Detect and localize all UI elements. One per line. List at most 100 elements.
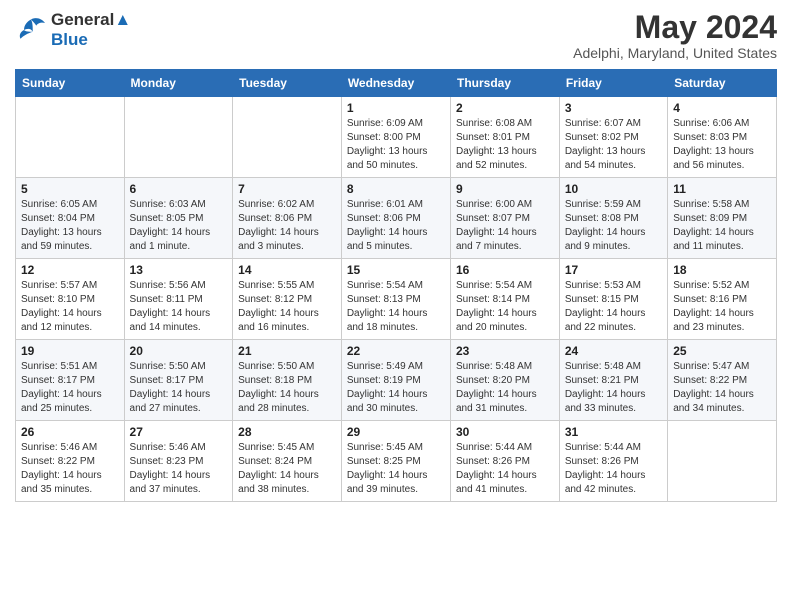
- day-info: Sunrise: 5:53 AM Sunset: 8:15 PM Dayligh…: [565, 279, 662, 335]
- logo-text: General▲ Blue: [51, 10, 131, 49]
- day-info: Sunrise: 5:45 AM Sunset: 8:25 PM Dayligh…: [347, 441, 445, 497]
- day-info: Sunrise: 5:46 AM Sunset: 8:22 PM Dayligh…: [21, 441, 119, 497]
- calendar-table: SundayMondayTuesdayWednesdayThursdayFrid…: [15, 69, 777, 502]
- calendar-day-cell: 28 Sunrise: 5:45 AM Sunset: 8:24 PM Dayli…: [233, 421, 342, 502]
- day-number: 5: [21, 182, 119, 196]
- day-number: 24: [565, 344, 662, 358]
- day-number: 13: [130, 263, 228, 277]
- calendar-day-cell: 6 Sunrise: 6:03 AM Sunset: 8:05 PM Daylig…: [124, 178, 233, 259]
- day-number: 1: [347, 101, 445, 115]
- calendar-day-cell: 18 Sunrise: 5:52 AM Sunset: 8:16 PM Dayli…: [668, 259, 777, 340]
- day-info: Sunrise: 5:59 AM Sunset: 8:08 PM Dayligh…: [565, 198, 662, 254]
- day-number: 30: [456, 425, 554, 439]
- day-info: Sunrise: 6:00 AM Sunset: 8:07 PM Dayligh…: [456, 198, 554, 254]
- calendar-week-row: 12 Sunrise: 5:57 AM Sunset: 8:10 PM Dayli…: [16, 259, 777, 340]
- calendar-day-cell: 11 Sunrise: 5:58 AM Sunset: 8:09 PM Dayli…: [668, 178, 777, 259]
- calendar-day-cell: 7 Sunrise: 6:02 AM Sunset: 8:06 PM Daylig…: [233, 178, 342, 259]
- day-info: Sunrise: 5:55 AM Sunset: 8:12 PM Dayligh…: [238, 279, 336, 335]
- day-info: Sunrise: 5:54 AM Sunset: 8:14 PM Dayligh…: [456, 279, 554, 335]
- day-number: 29: [347, 425, 445, 439]
- calendar-day-cell: 15 Sunrise: 5:54 AM Sunset: 8:13 PM Dayli…: [341, 259, 450, 340]
- calendar-day-cell: 30 Sunrise: 5:44 AM Sunset: 8:26 PM Dayli…: [450, 421, 559, 502]
- day-number: 12: [21, 263, 119, 277]
- day-info: Sunrise: 6:01 AM Sunset: 8:06 PM Dayligh…: [347, 198, 445, 254]
- calendar-day-cell: 31 Sunrise: 5:44 AM Sunset: 8:26 PM Dayli…: [559, 421, 667, 502]
- day-info: Sunrise: 6:09 AM Sunset: 8:00 PM Dayligh…: [347, 117, 445, 173]
- day-number: 7: [238, 182, 336, 196]
- calendar-empty-cell: [16, 97, 125, 178]
- day-info: Sunrise: 5:47 AM Sunset: 8:22 PM Dayligh…: [673, 360, 771, 416]
- weekday-header-wednesday: Wednesday: [341, 70, 450, 97]
- calendar-subtitle: Adelphi, Maryland, United States: [573, 45, 777, 61]
- day-info: Sunrise: 5:46 AM Sunset: 8:23 PM Dayligh…: [130, 441, 228, 497]
- day-number: 21: [238, 344, 336, 358]
- day-number: 19: [21, 344, 119, 358]
- calendar-week-row: 19 Sunrise: 5:51 AM Sunset: 8:17 PM Dayli…: [16, 340, 777, 421]
- day-info: Sunrise: 5:57 AM Sunset: 8:10 PM Dayligh…: [21, 279, 119, 335]
- calendar-day-cell: 20 Sunrise: 5:50 AM Sunset: 8:17 PM Dayli…: [124, 340, 233, 421]
- day-info: Sunrise: 5:45 AM Sunset: 8:24 PM Dayligh…: [238, 441, 336, 497]
- calendar-empty-cell: [668, 421, 777, 502]
- calendar-day-cell: 14 Sunrise: 5:55 AM Sunset: 8:12 PM Dayli…: [233, 259, 342, 340]
- calendar-day-cell: 10Sunrise: 5:59 AM Sunset: 8:08 PM Dayli…: [559, 178, 667, 259]
- day-number: 6: [130, 182, 228, 196]
- day-info: Sunrise: 6:05 AM Sunset: 8:04 PM Dayligh…: [21, 198, 119, 254]
- day-info: Sunrise: 5:52 AM Sunset: 8:16 PM Dayligh…: [673, 279, 771, 335]
- day-number: 18: [673, 263, 771, 277]
- weekday-header-row: SundayMondayTuesdayWednesdayThursdayFrid…: [16, 70, 777, 97]
- day-info: Sunrise: 5:48 AM Sunset: 8:21 PM Dayligh…: [565, 360, 662, 416]
- day-number: 8: [347, 182, 445, 196]
- calendar-day-cell: 1 Sunrise: 6:09 AM Sunset: 8:00 PM Daylig…: [341, 97, 450, 178]
- title-section: May 2024 Adelphi, Maryland, United State…: [573, 10, 777, 61]
- calendar-title: May 2024: [573, 10, 777, 45]
- day-number: 31: [565, 425, 662, 439]
- weekday-header-thursday: Thursday: [450, 70, 559, 97]
- day-number: 9: [456, 182, 554, 196]
- calendar-day-cell: 2Sunrise: 6:08 AM Sunset: 8:01 PM Daylig…: [450, 97, 559, 178]
- weekday-header-monday: Monday: [124, 70, 233, 97]
- day-info: Sunrise: 5:54 AM Sunset: 8:13 PM Dayligh…: [347, 279, 445, 335]
- day-number: 20: [130, 344, 228, 358]
- calendar-day-cell: 24 Sunrise: 5:48 AM Sunset: 8:21 PM Dayli…: [559, 340, 667, 421]
- calendar-day-cell: 21 Sunrise: 5:50 AM Sunset: 8:18 PM Dayli…: [233, 340, 342, 421]
- calendar-day-cell: 19 Sunrise: 5:51 AM Sunset: 8:17 PM Dayli…: [16, 340, 125, 421]
- day-number: 14: [238, 263, 336, 277]
- day-info: Sunrise: 5:58 AM Sunset: 8:09 PM Dayligh…: [673, 198, 771, 254]
- day-info: Sunrise: 5:50 AM Sunset: 8:18 PM Dayligh…: [238, 360, 336, 416]
- day-info: Sunrise: 5:49 AM Sunset: 8:19 PM Dayligh…: [347, 360, 445, 416]
- day-info: Sunrise: 6:03 AM Sunset: 8:05 PM Dayligh…: [130, 198, 228, 254]
- calendar-day-cell: 13 Sunrise: 5:56 AM Sunset: 8:11 PM Dayli…: [124, 259, 233, 340]
- day-number: 28: [238, 425, 336, 439]
- weekday-header-saturday: Saturday: [668, 70, 777, 97]
- day-number: 11: [673, 182, 771, 196]
- day-info: Sunrise: 5:48 AM Sunset: 8:20 PM Dayligh…: [456, 360, 554, 416]
- calendar-day-cell: 16 Sunrise: 5:54 AM Sunset: 8:14 PM Dayli…: [450, 259, 559, 340]
- day-number: 25: [673, 344, 771, 358]
- calendar-day-cell: 23 Sunrise: 5:48 AM Sunset: 8:20 PM Dayli…: [450, 340, 559, 421]
- day-number: 15: [347, 263, 445, 277]
- calendar-day-cell: 12 Sunrise: 5:57 AM Sunset: 8:10 PM Dayli…: [16, 259, 125, 340]
- calendar-day-cell: 22 Sunrise: 5:49 AM Sunset: 8:19 PM Dayli…: [341, 340, 450, 421]
- day-number: 16: [456, 263, 554, 277]
- calendar-day-cell: 3Sunrise: 6:07 AM Sunset: 8:02 PM Daylig…: [559, 97, 667, 178]
- day-info: Sunrise: 5:44 AM Sunset: 8:26 PM Dayligh…: [565, 441, 662, 497]
- day-info: Sunrise: 5:44 AM Sunset: 8:26 PM Dayligh…: [456, 441, 554, 497]
- day-info: Sunrise: 6:02 AM Sunset: 8:06 PM Dayligh…: [238, 198, 336, 254]
- calendar-day-cell: 4 Sunrise: 6:06 AM Sunset: 8:03 PM Daylig…: [668, 97, 777, 178]
- logo: General▲ Blue: [15, 10, 131, 49]
- day-info: Sunrise: 6:06 AM Sunset: 8:03 PM Dayligh…: [673, 117, 771, 173]
- calendar-day-cell: 5 Sunrise: 6:05 AM Sunset: 8:04 PM Daylig…: [16, 178, 125, 259]
- weekday-header-friday: Friday: [559, 70, 667, 97]
- day-info: Sunrise: 5:51 AM Sunset: 8:17 PM Dayligh…: [21, 360, 119, 416]
- day-number: 23: [456, 344, 554, 358]
- day-info: Sunrise: 5:56 AM Sunset: 8:11 PM Dayligh…: [130, 279, 228, 335]
- day-number: 22: [347, 344, 445, 358]
- day-info: Sunrise: 6:08 AM Sunset: 8:01 PM Dayligh…: [456, 117, 554, 173]
- logo-icon: [15, 16, 47, 44]
- calendar-empty-cell: [233, 97, 342, 178]
- calendar-day-cell: 25 Sunrise: 5:47 AM Sunset: 8:22 PM Dayli…: [668, 340, 777, 421]
- day-number: 4: [673, 101, 771, 115]
- day-info: Sunrise: 5:50 AM Sunset: 8:17 PM Dayligh…: [130, 360, 228, 416]
- calendar-day-cell: 17Sunrise: 5:53 AM Sunset: 8:15 PM Dayli…: [559, 259, 667, 340]
- calendar-week-row: 5 Sunrise: 6:05 AM Sunset: 8:04 PM Daylig…: [16, 178, 777, 259]
